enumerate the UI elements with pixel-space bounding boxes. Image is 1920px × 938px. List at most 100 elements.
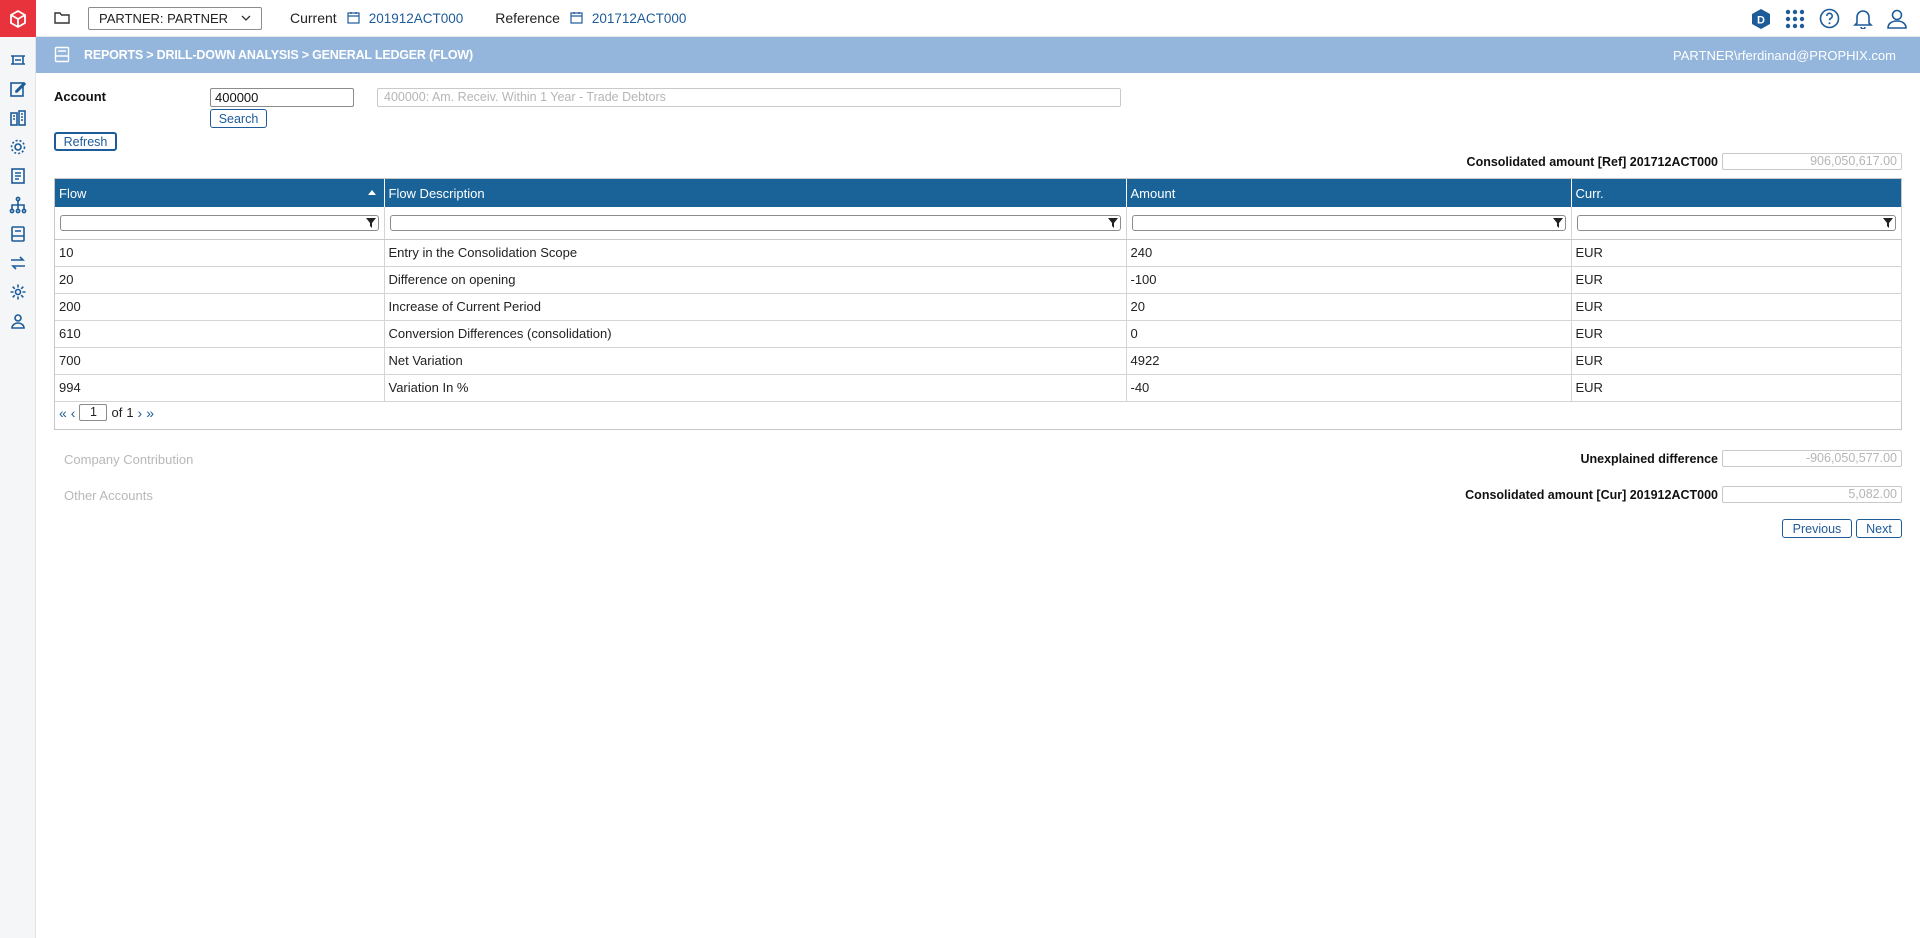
filter-funnel-icon[interactable] bbox=[1882, 217, 1893, 228]
cell-flow: 994 bbox=[55, 374, 385, 402]
column-header-amount[interactable]: Amount bbox=[1126, 179, 1572, 207]
d-badge-icon[interactable]: D bbox=[1750, 8, 1772, 30]
calendar-icon bbox=[570, 11, 584, 25]
filter-row bbox=[55, 207, 1902, 240]
first-page-icon[interactable]: « bbox=[59, 406, 67, 420]
cell-flow: 700 bbox=[55, 347, 385, 375]
consolidated-cur-value: 5,082.00 bbox=[1722, 486, 1902, 503]
consolidated-ref-value: 906,050,617.00 bbox=[1722, 153, 1902, 170]
breadcrumb: REPORTS > DRILL-DOWN ANALYSIS > GENERAL … bbox=[84, 48, 473, 62]
column-header-flow-label: Flow bbox=[59, 185, 87, 201]
table-row[interactable]: 20 Difference on opening -100 EUR bbox=[55, 266, 1902, 294]
table-row[interactable]: 200 Increase of Current Period 20 EUR bbox=[55, 293, 1902, 321]
filter-funnel-icon[interactable] bbox=[1552, 217, 1563, 228]
refresh-button[interactable]: Refresh bbox=[54, 132, 117, 151]
cell-amount: 240 bbox=[1126, 239, 1572, 267]
column-header-currency[interactable]: Curr. bbox=[1571, 179, 1901, 207]
unexplained-value: -906,050,577.00 bbox=[1722, 450, 1902, 467]
other-accounts-link[interactable]: Other Accounts bbox=[64, 488, 153, 503]
folder-icon[interactable] bbox=[52, 8, 72, 28]
reference-period-link[interactable]: 201712ACT000 bbox=[592, 11, 687, 26]
cell-flow: 10 bbox=[55, 239, 385, 267]
cell-flow: 610 bbox=[55, 320, 385, 348]
cell-flow: 20 bbox=[55, 266, 385, 294]
consolidated-cur-row: Consolidated amount [Cur] 201912ACT000 5… bbox=[1465, 486, 1902, 503]
rail-dashboard-icon[interactable] bbox=[0, 45, 36, 74]
d-badge-letter: D bbox=[1757, 14, 1765, 26]
filter-input-flow[interactable] bbox=[60, 214, 379, 231]
app-logo[interactable] bbox=[0, 0, 36, 37]
table-row[interactable]: 10 Entry in the Consolidation Scope 240 … bbox=[55, 239, 1902, 267]
filter-funnel-icon[interactable] bbox=[365, 217, 376, 228]
consolidated-ref-row: Consolidated amount [Ref] 201712ACT000 9… bbox=[1467, 153, 1902, 170]
next-page-icon[interactable]: › bbox=[138, 406, 143, 420]
help-icon[interactable] bbox=[1818, 8, 1840, 30]
rail-edit-icon[interactable] bbox=[0, 74, 36, 103]
column-header-flow-description[interactable]: Flow Description bbox=[384, 179, 1127, 207]
reference-label: Reference bbox=[495, 10, 560, 26]
page-number-input[interactable]: 1 bbox=[79, 404, 108, 421]
cell-flow-description: Variation In % bbox=[384, 374, 1127, 402]
cube-logo-icon bbox=[10, 9, 26, 28]
previous-page-icon[interactable]: ‹ bbox=[71, 406, 76, 420]
user-identity: PARTNER\rferdinand@PROPHIX.com bbox=[1673, 47, 1896, 63]
filter-funnel-icon[interactable] bbox=[1107, 217, 1118, 228]
cell-amount: -100 bbox=[1126, 266, 1572, 294]
cell-flow-description: Conversion Differences (consolidation) bbox=[384, 320, 1127, 348]
cell-flow-description: Difference on opening bbox=[384, 266, 1127, 294]
rail-user-admin-icon[interactable] bbox=[0, 306, 36, 335]
calendar-icon bbox=[347, 11, 361, 25]
report-book-icon bbox=[54, 46, 72, 64]
grid-header-row: Flow Flow Description Amount Curr. bbox=[55, 179, 1901, 207]
unexplained-row: Unexplained difference -906,050,577.00 bbox=[1580, 450, 1902, 467]
flow-grid: Flow Flow Description Amount Curr. 10 En… bbox=[54, 178, 1902, 430]
breadcrumb-band: REPORTS > DRILL-DOWN ANALYSIS > GENERAL … bbox=[36, 37, 1920, 73]
cell-currency: EUR bbox=[1571, 293, 1902, 321]
consolidated-cur-label: Consolidated amount [Cur] 201912ACT000 bbox=[1465, 487, 1718, 502]
account-label: Account bbox=[54, 89, 106, 104]
cell-currency: EUR bbox=[1571, 320, 1902, 348]
partner-select[interactable]: PARTNER: PARTNER bbox=[88, 6, 262, 30]
partner-select-value: PARTNER: PARTNER bbox=[99, 10, 229, 26]
top-bar: PARTNER: PARTNER Current 201912ACT000 Re… bbox=[36, 0, 1920, 37]
cell-amount: 20 bbox=[1126, 293, 1572, 321]
left-rail bbox=[0, 0, 36, 938]
company-contribution-link[interactable]: Company Contribution bbox=[64, 452, 193, 467]
notifications-bell-icon[interactable] bbox=[1852, 8, 1874, 30]
previous-button[interactable]: Previous bbox=[1782, 519, 1852, 538]
rail-report-icon[interactable] bbox=[0, 161, 36, 190]
cell-flow-description: Increase of Current Period bbox=[384, 293, 1127, 321]
rail-network-gear-icon[interactable] bbox=[0, 132, 36, 161]
filter-input-flow-description[interactable] bbox=[389, 214, 1121, 231]
next-button[interactable]: Next bbox=[1856, 519, 1902, 538]
filter-input-amount[interactable] bbox=[1131, 214, 1566, 231]
cell-amount: -40 bbox=[1126, 374, 1572, 402]
rail-reports-icon[interactable] bbox=[0, 219, 36, 248]
table-row[interactable]: 994 Variation In % -40 EUR bbox=[55, 374, 1902, 402]
rail-hierarchy-icon[interactable] bbox=[0, 190, 36, 219]
consolidated-ref-label: Consolidated amount [Ref] 201712ACT000 bbox=[1466, 154, 1718, 169]
rail-settings-icon[interactable] bbox=[0, 277, 36, 306]
filter-input-currency[interactable] bbox=[1576, 214, 1896, 231]
app-root: PARTNER: PARTNER Current 201912ACT000 Re… bbox=[0, 0, 1920, 938]
table-row[interactable]: 610 Conversion Differences (consolidatio… bbox=[55, 320, 1902, 348]
pager-total: 1 bbox=[126, 405, 134, 420]
last-page-icon[interactable]: » bbox=[146, 406, 154, 420]
account-description: 400000: Am. Receiv. Within 1 Year - Trad… bbox=[377, 88, 1121, 107]
account-input[interactable]: 400000 bbox=[210, 88, 354, 107]
rail-transfer-icon[interactable] bbox=[0, 248, 36, 277]
apps-grid-icon[interactable] bbox=[1784, 8, 1806, 30]
user-profile-icon[interactable] bbox=[1886, 8, 1908, 30]
unexplained-label: Unexplained difference bbox=[1580, 451, 1718, 466]
rail-buildings-icon[interactable] bbox=[0, 103, 36, 132]
cell-amount: 4922 bbox=[1126, 347, 1572, 375]
cell-currency: EUR bbox=[1571, 266, 1902, 294]
column-header-flow[interactable]: Flow bbox=[55, 179, 385, 207]
cell-currency: EUR bbox=[1571, 347, 1902, 375]
current-label: Current bbox=[290, 10, 337, 26]
cell-flow-description: Net Variation bbox=[384, 347, 1127, 375]
current-period-link[interactable]: 201912ACT000 bbox=[369, 11, 464, 26]
cell-flow-description: Entry in the Consolidation Scope bbox=[384, 239, 1127, 267]
table-row[interactable]: 700 Net Variation 4922 EUR bbox=[55, 347, 1902, 375]
search-button[interactable]: Search bbox=[210, 109, 267, 128]
